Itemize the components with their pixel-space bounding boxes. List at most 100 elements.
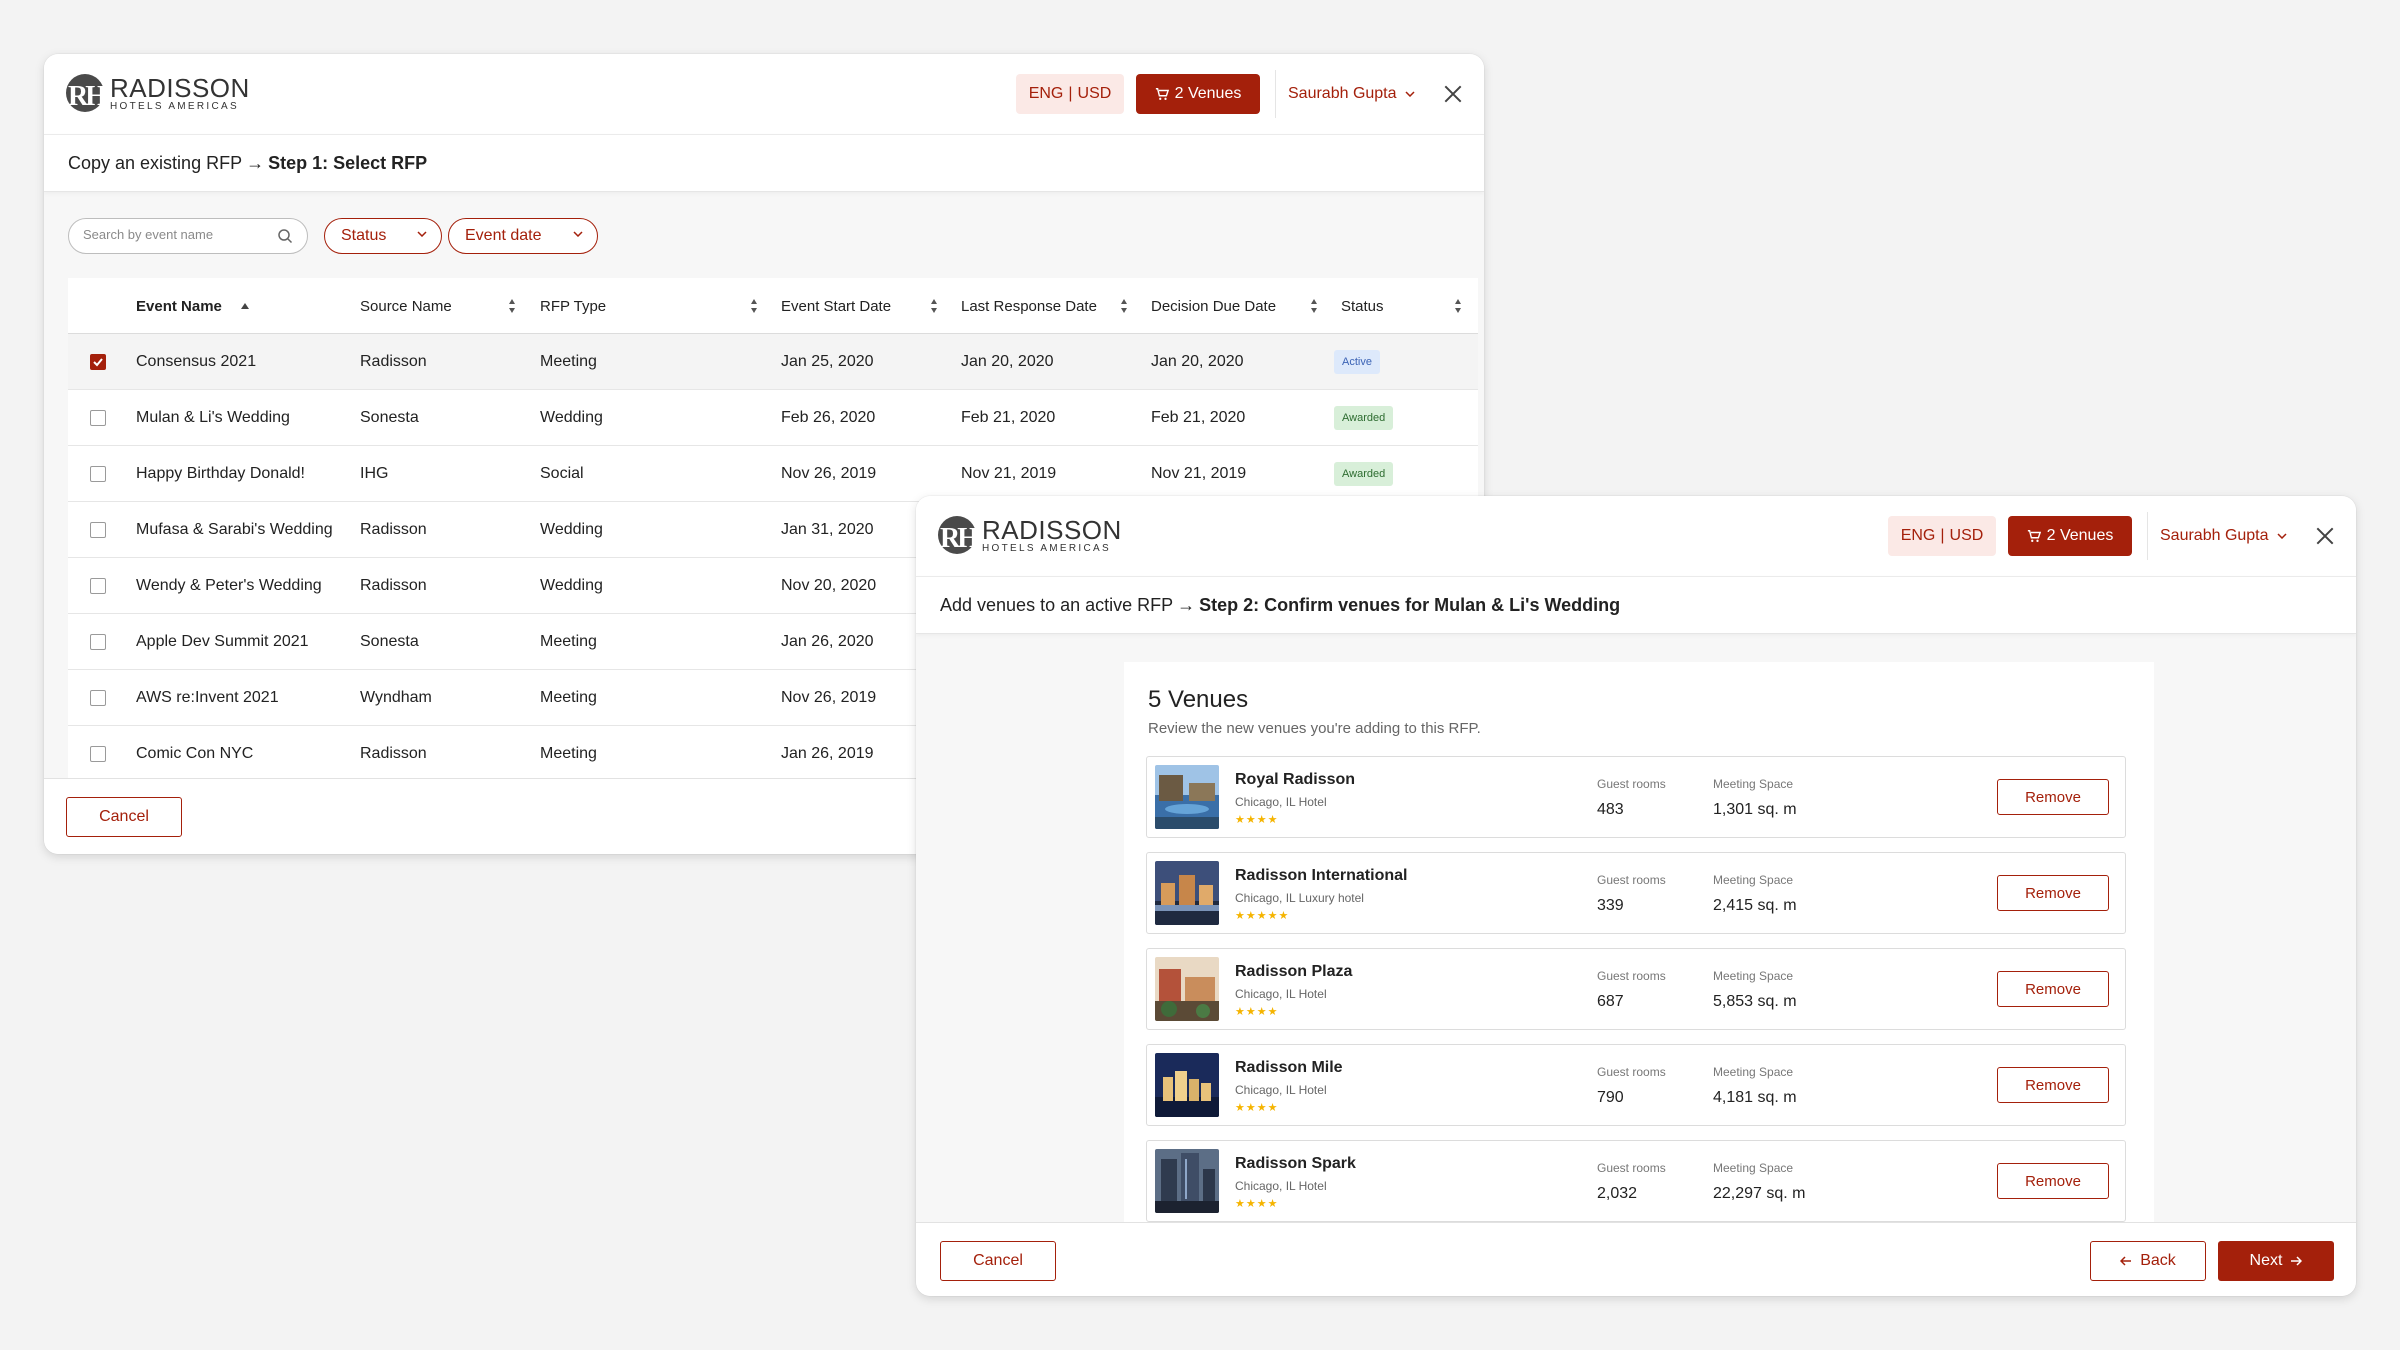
rfp-type: Meeting	[540, 633, 597, 650]
remove-button[interactable]: Remove	[1997, 1067, 2109, 1103]
row-checkbox[interactable]	[90, 522, 106, 538]
meeting-space-label: Meeting Space	[1713, 1065, 1794, 1079]
decision-due-date: Jan 20, 2020	[1151, 353, 1244, 370]
top-bar: RH RADISSON HOTELS AMERICAS ENG | USD 2 Ven…	[44, 54, 1484, 134]
cancel-button[interactable]: Cancel	[940, 1241, 1056, 1281]
source-name: Wyndham	[360, 689, 432, 706]
cancel-button[interactable]: Cancel	[66, 797, 182, 837]
sort-icon[interactable]	[750, 298, 758, 314]
meeting-space-label: Meeting Space	[1713, 777, 1794, 791]
breadcrumb-prefix: Copy an existing RFP	[68, 152, 243, 173]
step-title: Step 2: Confirm venues for Mulan & Li's …	[1199, 594, 1621, 615]
event-date-filter-label: Event date	[465, 227, 542, 244]
venue-photo	[1155, 765, 1219, 829]
event-start-date: Jan 26, 2019	[781, 745, 874, 762]
sort-icon[interactable]	[930, 298, 938, 314]
decision-due-date: Feb 21, 2020	[1151, 409, 1246, 426]
event-name: Apple Dev Summit 2021	[136, 633, 309, 650]
add-venues-window: RH RADISSON HOTELS AMERICAS ENG | USD 2 Ven…	[916, 496, 2356, 1296]
step-breadcrumb: Copy an existing RFP → Step 1: Select RF…	[44, 134, 1484, 192]
sort-icon[interactable]	[508, 298, 516, 314]
event-start-date: Nov 26, 2019	[781, 465, 877, 482]
remove-button[interactable]: Remove	[1997, 971, 2109, 1007]
close-icon[interactable]	[1442, 83, 1464, 105]
logo-sub: HOTELS AMERICAS	[982, 543, 1111, 554]
venues-heading: 5 Venues	[1148, 686, 1249, 713]
venue-card: Radisson Plaza Chicago, IL Hotel ★★★★ Gu…	[1146, 948, 2126, 1030]
source-name: IHG	[360, 465, 389, 482]
row-checkbox[interactable]	[90, 354, 106, 370]
venue-location: Chicago, IL Hotel	[1235, 987, 1327, 1001]
table-row[interactable]: Consensus 2021 Radisson Meeting Jan 25, …	[68, 334, 1478, 390]
search-icon	[278, 229, 293, 244]
row-checkbox[interactable]	[90, 466, 106, 482]
source-name: Radisson	[360, 745, 427, 762]
row-checkbox[interactable]	[90, 746, 106, 762]
venues-panel: 5 Venues Review the new venues you're ad…	[1124, 662, 2154, 1222]
table-row[interactable]: Happy Birthday Donald! IHG Social Nov 26…	[68, 446, 1478, 502]
sort-icon[interactable]	[1310, 298, 1318, 314]
guest-rooms-label: Guest rooms	[1597, 873, 1666, 887]
event-date-filter[interactable]: Event date	[448, 218, 598, 254]
venues-cart-button[interactable]: 2 Venues	[2008, 516, 2132, 556]
next-button[interactable]: Next	[2218, 1241, 2334, 1281]
venues-count-label: 2 Venues	[2046, 527, 2114, 544]
logo-mark: RH	[938, 516, 979, 556]
language-currency-toggle[interactable]: ENG | USD	[1888, 516, 1996, 556]
venue-photo	[1155, 1053, 1219, 1117]
venue-location: Chicago, IL Hotel	[1235, 795, 1327, 809]
guest-rooms-label: Guest rooms	[1597, 1065, 1666, 1079]
column-source-name[interactable]: Source Name	[360, 278, 452, 334]
venue-name: Radisson Plaza	[1235, 963, 1353, 980]
breadcrumb-prefix: Add venues to an active RFP	[940, 594, 1174, 615]
close-icon[interactable]	[2314, 525, 2336, 547]
remove-button[interactable]: Remove	[1997, 875, 2109, 911]
search-field[interactable]	[68, 218, 308, 254]
chevron-down-icon	[417, 231, 427, 237]
row-checkbox[interactable]	[90, 634, 106, 650]
search-input[interactable]	[83, 227, 263, 242]
sort-icon[interactable]	[1120, 298, 1128, 314]
column-last-response-date[interactable]: Last Response Date	[961, 278, 1097, 334]
column-decision-due-date[interactable]: Decision Due Date	[1151, 278, 1276, 334]
rfp-type: Meeting	[540, 353, 597, 370]
rfp-type: Wedding	[540, 577, 603, 594]
back-button[interactable]: Back	[2090, 1241, 2206, 1281]
meeting-space-value: 5,853 sq. m	[1713, 993, 1797, 1010]
column-status[interactable]: Status	[1341, 278, 1384, 334]
event-start-date: Jan 25, 2020	[781, 353, 874, 370]
divider	[2147, 512, 2148, 560]
source-name: Sonesta	[360, 409, 419, 426]
event-name: Happy Birthday Donald!	[136, 465, 305, 482]
rfp-type: Meeting	[540, 745, 597, 762]
next-label: Next	[2249, 1252, 2283, 1269]
venues-cart-button[interactable]: 2 Venues	[1136, 74, 1260, 114]
column-rfp-type[interactable]: RFP Type	[540, 278, 606, 334]
column-event-start-date[interactable]: Event Start Date	[781, 278, 891, 334]
event-name: Wendy & Peter's Wedding	[136, 577, 322, 594]
status-filter[interactable]: Status	[324, 218, 442, 254]
guest-rooms-value: 339	[1597, 897, 1624, 914]
row-checkbox[interactable]	[90, 690, 106, 706]
remove-button[interactable]: Remove	[1997, 779, 2109, 815]
language-label: ENG	[1900, 527, 1936, 544]
sort-icon[interactable]	[1454, 298, 1462, 314]
venue-location: Chicago, IL Luxury hotel	[1235, 891, 1364, 905]
table-row[interactable]: Mulan & Li's Wedding Sonesta Wedding Feb…	[68, 390, 1478, 446]
last-response-date: Nov 21, 2019	[961, 465, 1057, 482]
status-badge: Awarded	[1334, 406, 1394, 430]
meeting-space-label: Meeting Space	[1713, 1161, 1794, 1175]
row-checkbox[interactable]	[90, 578, 106, 594]
currency-label: USD	[1077, 85, 1112, 102]
column-event-name[interactable]: Event Name	[136, 278, 222, 334]
star-rating: ★★★★	[1235, 1198, 1279, 1210]
user-menu[interactable]: Saurabh Gupta	[2160, 516, 2287, 556]
remove-button[interactable]: Remove	[1997, 1163, 2109, 1199]
language-currency-toggle[interactable]: ENG | USD	[1016, 74, 1124, 114]
sort-ascending-icon[interactable]	[240, 302, 250, 310]
arrow-right-icon	[2291, 1256, 2303, 1266]
row-checkbox[interactable]	[90, 410, 106, 426]
status-badge: Awarded	[1334, 462, 1394, 486]
user-menu[interactable]: Saurabh Gupta	[1288, 74, 1415, 114]
status-filter-label: Status	[341, 227, 387, 244]
